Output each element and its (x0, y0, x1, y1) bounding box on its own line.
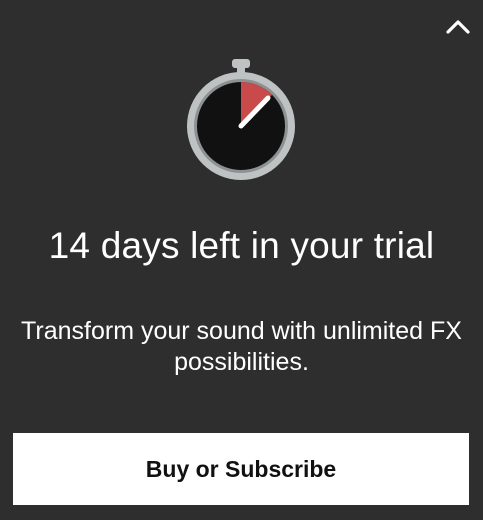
trial-description: Transform your sound with unlimited FX p… (21, 317, 462, 376)
chevron-up-icon (446, 20, 470, 34)
stopwatch-icon (187, 59, 295, 180)
trial-headline: 14 days left in your trial (48, 225, 435, 266)
collapse-button[interactable] (443, 12, 473, 42)
buy-or-subscribe-button[interactable]: Buy or Subscribe (13, 433, 469, 505)
